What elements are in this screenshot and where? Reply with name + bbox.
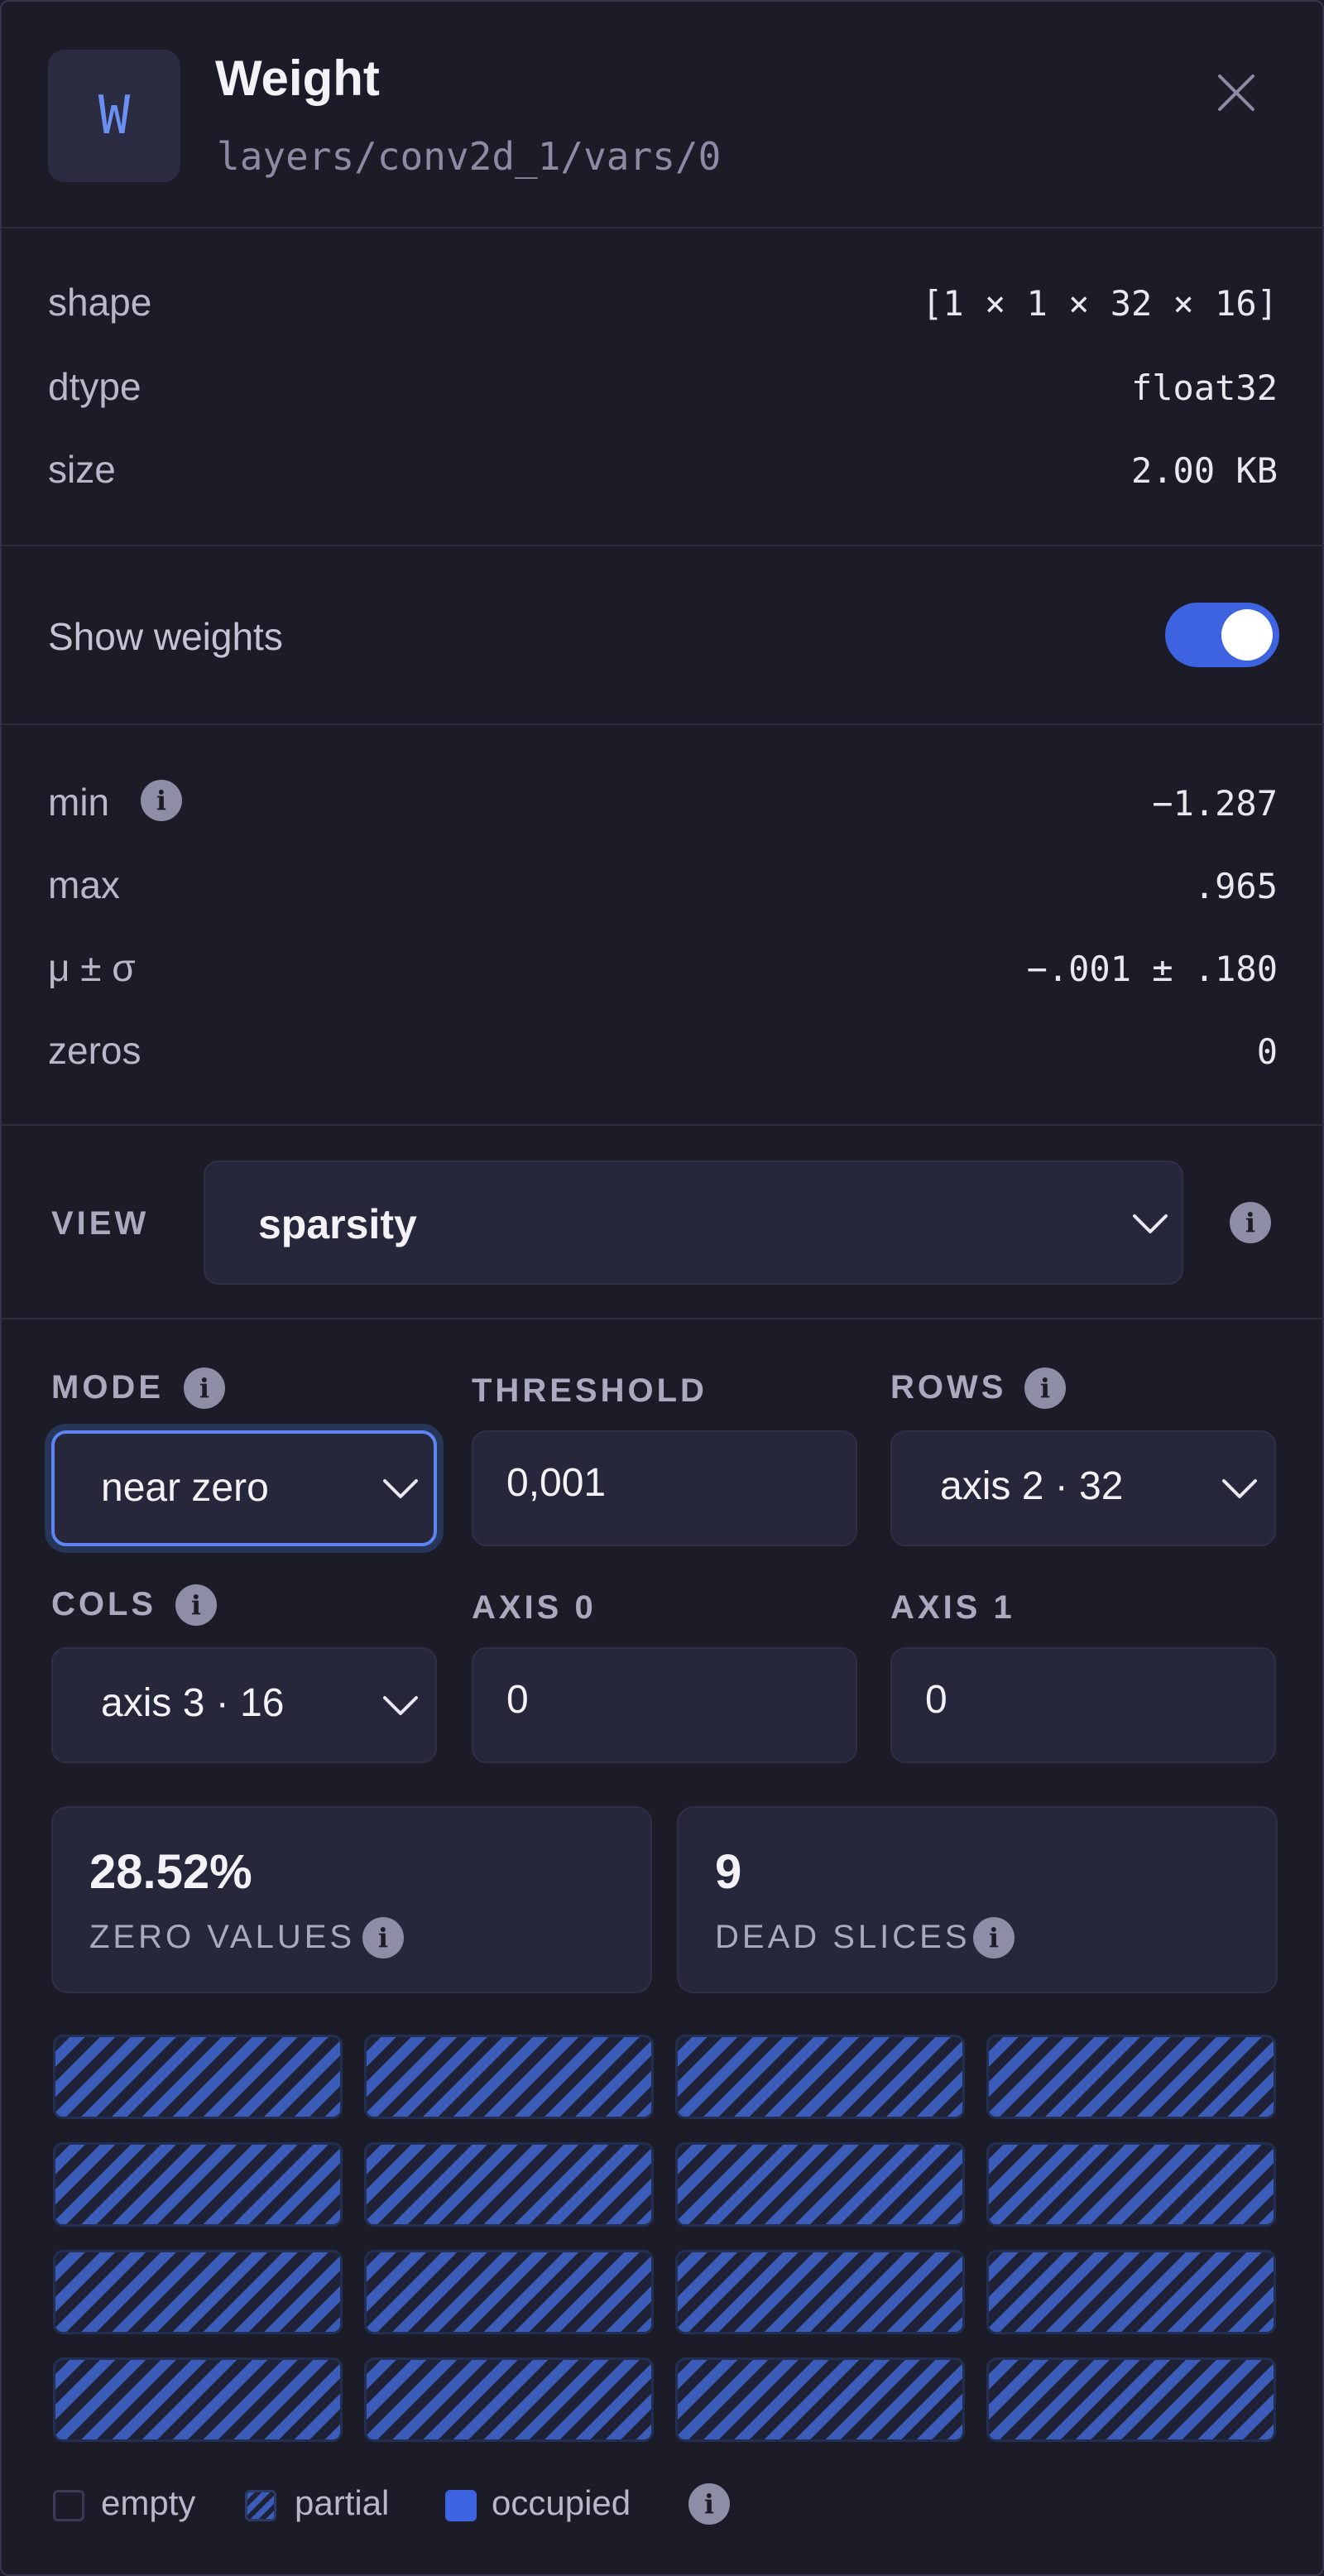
grid-cell-partial[interactable] <box>675 2142 965 2227</box>
grid-cell-partial[interactable] <box>986 2035 1276 2119</box>
info-icon[interactable]: i <box>1230 1202 1271 1243</box>
view-label: VIEW <box>51 1205 150 1242</box>
grid-cell-partial[interactable] <box>53 2357 343 2442</box>
min-label: min <box>48 781 110 824</box>
weight-inspector-panel: W Weight layers/conv2d_1/vars/0 shape [1… <box>0 0 1324 2576</box>
tensor-badge: W <box>48 50 180 182</box>
shape-value: [1 × 1 × 32 × 16] <box>922 283 1278 324</box>
empty-swatch <box>53 2490 84 2521</box>
toggle-knob <box>1221 609 1273 661</box>
mode-label: MODE <box>51 1369 164 1406</box>
max-label: max <box>48 863 120 906</box>
max-value: .965 <box>1193 866 1278 906</box>
grid-cell-partial[interactable] <box>364 2142 654 2227</box>
info-icon[interactable]: i <box>1024 1367 1066 1409</box>
grid-cell-partial[interactable] <box>675 2357 965 2442</box>
min-value: −1.287 <box>1152 783 1278 824</box>
zero-values-label: ZERO VALUES <box>89 1919 356 1955</box>
grid-cell-partial[interactable] <box>986 2250 1276 2334</box>
grid-cell-partial[interactable] <box>986 2357 1276 2442</box>
zero-values-card: 28.52% ZERO VALUES i <box>51 1806 652 1993</box>
cols-select[interactable]: axis 3 · 16 <box>51 1647 437 1763</box>
occupied-swatch <box>445 2490 477 2521</box>
size-label: size <box>48 448 116 491</box>
grid-cell-partial[interactable] <box>675 2035 965 2119</box>
rows-label: ROWS <box>890 1369 1007 1406</box>
grid-cell-partial[interactable] <box>53 2142 343 2227</box>
grid-cell-partial[interactable] <box>53 2035 343 2119</box>
grid-cell-partial[interactable] <box>986 2142 1276 2227</box>
mode-select-value: near zero <box>101 1466 269 1510</box>
mode-select[interactable]: near zero <box>51 1430 437 1546</box>
partial-swatch <box>245 2490 276 2521</box>
info-icon[interactable]: i <box>184 1367 225 1409</box>
dead-slices-card: 9 DEAD SLICES i <box>677 1806 1278 1993</box>
zeros-value: 0 <box>1256 1031 1278 1072</box>
grid-cell-partial[interactable] <box>364 2250 654 2334</box>
grid-cell-partial[interactable] <box>53 2250 343 2334</box>
threshold-input-value: 0,001 <box>506 1461 607 1505</box>
panel-title: Weight <box>215 50 380 106</box>
dtype-value: float32 <box>1130 368 1278 408</box>
close-icon[interactable] <box>1211 68 1261 118</box>
view-select-value: sparsity <box>258 1201 417 1247</box>
divider <box>2 1318 1324 1319</box>
grid-cell-partial[interactable] <box>364 2035 654 2119</box>
legend-partial-label: partial <box>295 2483 390 2522</box>
info-icon[interactable]: i <box>973 1917 1015 1958</box>
threshold-input[interactable]: 0,001 <box>472 1430 857 1546</box>
grid-cell-partial[interactable] <box>364 2357 654 2442</box>
divider <box>2 545 1324 546</box>
dead-slices-label: DEAD SLICES <box>715 1919 971 1955</box>
info-icon[interactable]: i <box>362 1917 404 1958</box>
cols-label: COLS <box>51 1586 157 1622</box>
info-icon[interactable]: i <box>141 780 182 821</box>
info-icon[interactable]: i <box>688 2483 730 2525</box>
dead-slices-value: 9 <box>715 1845 742 1899</box>
axis1-label: AXIS 1 <box>890 1589 1015 1626</box>
chevron-down-icon <box>383 1479 418 1498</box>
shape-label: shape <box>48 281 152 324</box>
threshold-label: THRESHOLD <box>472 1372 708 1409</box>
divider <box>2 227 1324 228</box>
legend-occupied-label: occupied <box>492 2483 631 2522</box>
info-icon[interactable]: i <box>175 1584 217 1626</box>
variable-path: layers/conv2d_1/vars/0 <box>217 134 722 179</box>
chevron-down-icon <box>383 1696 418 1715</box>
mean-std-label: μ ± σ <box>48 946 136 989</box>
dtype-label: dtype <box>48 365 142 408</box>
cols-select-value: axis 3 · 16 <box>101 1681 285 1725</box>
mean-std-value: −.001 ± .180 <box>1026 949 1278 989</box>
axis0-input[interactable]: 0 <box>472 1647 857 1763</box>
chevron-down-icon <box>1222 1479 1257 1498</box>
zero-values-value: 28.52% <box>89 1845 252 1899</box>
rows-select-value: axis 2 · 32 <box>940 1464 1124 1508</box>
axis0-label: AXIS 0 <box>472 1589 597 1626</box>
chevron-down-icon <box>1133 1214 1168 1233</box>
grid-cell-partial[interactable] <box>675 2250 965 2334</box>
axis1-input[interactable]: 0 <box>890 1647 1276 1763</box>
size-value: 2.00 KB <box>1130 450 1278 491</box>
axis1-input-value: 0 <box>925 1678 947 1722</box>
divider <box>2 1124 1324 1126</box>
divider <box>2 723 1324 725</box>
show-weights-toggle[interactable] <box>1165 603 1279 667</box>
zeros-label: zeros <box>48 1029 142 1072</box>
show-weights-label: Show weights <box>48 615 283 658</box>
axis0-input-value: 0 <box>506 1678 529 1722</box>
legend-empty-label: empty <box>101 2483 196 2522</box>
view-select[interactable]: sparsity <box>204 1161 1183 1285</box>
rows-select[interactable]: axis 2 · 32 <box>890 1430 1276 1546</box>
